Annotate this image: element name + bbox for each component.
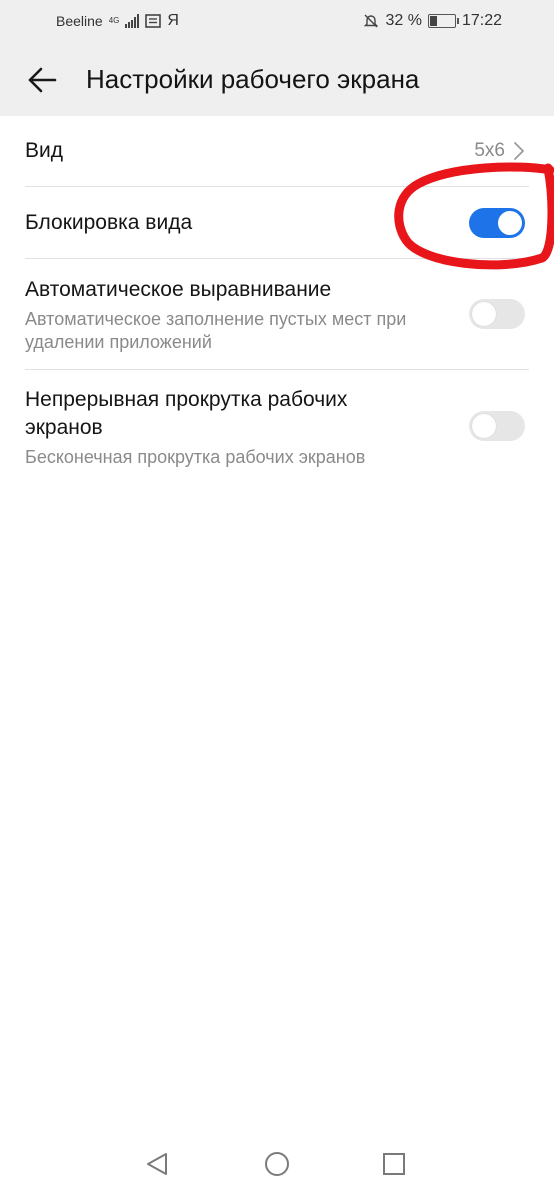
settings-list: Вид 5x6 Блокировка вида Автоматическое в… [0, 116, 554, 482]
setting-row-lock-layout: Блокировка вида [25, 187, 529, 259]
navigation-bar [0, 1136, 554, 1200]
setting-text: Автоматическое выравнивание Автоматическ… [25, 259, 445, 354]
setting-title: Блокировка вида [25, 211, 193, 234]
setting-row-view[interactable]: Вид 5x6 [25, 116, 529, 187]
back-triangle-icon[interactable] [142, 1148, 174, 1180]
setting-title: Непрерывная прокрутка рабочих экранов [25, 388, 348, 439]
auto-align-switch[interactable] [469, 299, 525, 329]
setting-title: Автоматическое выравнивание [25, 278, 332, 301]
setting-trailing [469, 411, 525, 441]
recents-square-icon[interactable] [378, 1148, 410, 1180]
carrier-name: Beeline [56, 13, 103, 29]
switch-knob [498, 210, 522, 235]
setting-title: Вид [25, 139, 63, 162]
home-circle-icon[interactable] [261, 1148, 293, 1180]
setting-trailing: 5x6 [474, 140, 525, 162]
signal-icon [125, 14, 140, 28]
switch-knob [472, 414, 496, 438]
yandex-indicator: Я [167, 12, 179, 29]
setting-text: Непрерывная прокрутка рабочих экранов Бе… [25, 370, 425, 469]
network-type: 4G [108, 16, 120, 25]
status-bar: Beeline 4G Я 32 % 17:22 [0, 0, 554, 44]
clock: 17:22 [461, 12, 502, 29]
status-left: Beeline 4G Я [56, 12, 179, 30]
battery-percent: 32 % [385, 12, 422, 29]
setting-trailing [469, 299, 525, 329]
setting-row-infinite-scroll: Непрерывная прокрутка рабочих экранов Бе… [25, 370, 529, 482]
lock-layout-switch[interactable] [469, 207, 525, 238]
arrow-left-icon[interactable] [26, 64, 58, 96]
setting-trailing [469, 207, 525, 238]
switch-knob [472, 302, 496, 326]
status-right: 32 % 17:22 [363, 12, 502, 30]
app-bar: Настройки рабочего экрана [0, 44, 554, 116]
setting-subtitle: Бесконечная прокрутка рабочих экранов [25, 447, 366, 467]
infinite-scroll-switch[interactable] [469, 411, 525, 441]
setting-row-auto-align: Автоматическое выравнивание Автоматическ… [25, 259, 529, 370]
message-icon [145, 14, 162, 28]
page-title: Настройки рабочего экрана [86, 64, 420, 94]
battery-icon [427, 14, 459, 28]
setting-subtitle: Автоматическое заполнение пустых мест пр… [25, 309, 407, 352]
setting-value: 5x6 [474, 140, 505, 161]
chevron-right-icon [514, 142, 524, 160]
bell-off-icon [364, 14, 379, 28]
